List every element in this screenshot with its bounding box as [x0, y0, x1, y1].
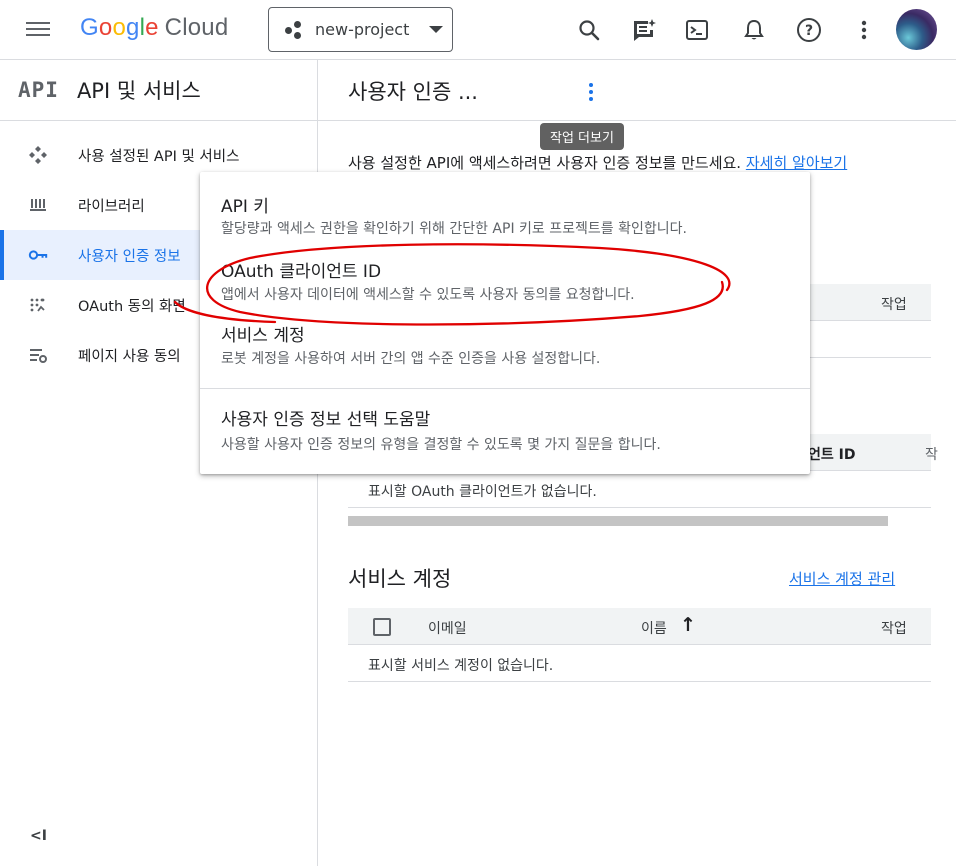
menu-item-oauth-client-id[interactable]: OAuth 클라이언트 ID 앱에서 사용자 데이터에 액세스할 수 있도록 사… — [200, 244, 810, 316]
project-dots-icon — [285, 20, 303, 39]
create-credentials-menu: API 키 할당량과 액세스 권한을 확인하기 위해 간단한 API 키로 프로… — [200, 172, 810, 474]
select-all-checkbox[interactable] — [373, 618, 391, 636]
sidebar-item-label: 사용자 인증 정보 — [78, 248, 181, 265]
menu-icon[interactable] — [26, 18, 54, 42]
avatar[interactable] — [896, 9, 937, 50]
logo-product: Cloud — [164, 14, 229, 41]
empty-message: 표시할 서비스 계정이 없습니다. — [368, 658, 554, 674]
more-vert-icon[interactable] — [848, 14, 880, 46]
table-header: 이메일 이름 ↑ 작업 — [348, 608, 931, 645]
manage-service-accounts-link[interactable]: 서비스 계정 관리 — [789, 568, 895, 589]
email-column-header[interactable]: 이메일 — [428, 618, 467, 638]
sort-ascending-icon[interactable]: ↑ — [680, 614, 696, 636]
chevron-down-icon — [429, 26, 444, 33]
project-picker[interactable]: new-project — [268, 7, 453, 52]
google-cloud-logo[interactable]: Google Cloud — [80, 14, 228, 42]
menu-item-description: 사용할 사용자 인증 정보의 유형을 결정할 수 있도록 몇 가지 질문을 합니… — [221, 437, 661, 453]
client-id-column-header: 언트 ID — [808, 447, 856, 463]
intro-sentence: 사용 설정한 API에 액세스하려면 사용자 인증 정보를 만드세요. — [348, 154, 742, 172]
more-actions-icon[interactable] — [586, 80, 596, 104]
gemini-chat-icon[interactable] — [628, 14, 660, 46]
menu-item-description: 할당량과 액세스 권한을 확인하기 위해 간단한 API 키로 프로젝트를 확인… — [221, 221, 687, 237]
menu-item-title: OAuth 클라이언트 ID — [221, 262, 382, 282]
intro-text: 사용 설정한 API에 액세스하려면 사용자 인증 정보를 만드세요. 자세히 … — [348, 152, 847, 173]
oauth-consent-icon — [28, 295, 48, 315]
menu-item-title: API 키 — [221, 197, 269, 217]
service-accounts-table: 이메일 이름 ↑ 작업 표시할 서비스 계정이 없습니다. — [348, 608, 931, 682]
empty-message: 표시할 OAuth 클라이언트가 없습니다. — [368, 484, 597, 500]
sidebar-item-label: 사용 설정된 API 및 서비스 — [78, 148, 240, 165]
apis-icon — [28, 145, 48, 165]
top-bar: Google Cloud new-project ? — [0, 0, 956, 60]
project-name: new-project — [315, 20, 410, 39]
learn-more-link[interactable]: 자세히 알아보기 — [746, 154, 847, 172]
cut-column-header: 작 — [925, 447, 938, 463]
key-icon — [28, 245, 48, 265]
sidebar-item-label: 라이브러리 — [78, 198, 145, 215]
menu-item-api-key[interactable]: API 키 할당량과 액세스 권한을 확인하기 위해 간단한 API 키로 프로… — [200, 172, 810, 244]
menu-item-description: 앱에서 사용자 데이터에 액세스할 수 있도록 사용자 동의를 요청합니다. — [221, 287, 635, 303]
search-icon[interactable] — [573, 14, 605, 46]
menu-item-title: 사용자 인증 정보 선택 도움말 — [221, 410, 431, 430]
notifications-icon[interactable] — [738, 14, 770, 46]
horizontal-scrollbar[interactable] — [348, 516, 888, 526]
help-icon[interactable]: ? — [793, 14, 825, 46]
main-header: 사용자 인증 ... — [318, 60, 956, 121]
api-logo: API — [18, 78, 59, 102]
collapse-sidebar-icon[interactable]: <I — [30, 828, 47, 844]
menu-item-title: 서비스 계정 — [221, 326, 305, 346]
sidebar-title: API 및 서비스 — [76, 79, 201, 103]
service-accounts-title: 서비스 계정 — [348, 567, 452, 591]
menu-item-service-account[interactable]: 서비스 계정 로봇 계정을 사용하여 서버 간의 앱 수준 인증을 사용 설정합… — [200, 308, 810, 380]
name-column-header[interactable]: 이름 — [641, 618, 667, 638]
actions-column-header: 작업 — [881, 297, 907, 313]
menu-item-description: 로봇 계정을 사용하여 서버 간의 앱 수준 인증을 사용 설정합니다. — [221, 351, 601, 367]
table-row: 표시할 서비스 계정이 없습니다. — [348, 645, 931, 682]
actions-column-header: 작업 — [881, 621, 907, 637]
library-icon — [28, 195, 48, 215]
page-usage-icon — [28, 345, 48, 365]
menu-item-help-me-choose[interactable]: 사용자 인증 정보 선택 도움말 사용할 사용자 인증 정보의 유형을 결정할 … — [200, 389, 810, 474]
svg-text:?: ? — [805, 23, 813, 39]
cloud-shell-icon[interactable] — [681, 14, 713, 46]
sidebar-item-label: 페이지 사용 동의 — [78, 348, 181, 365]
page-title: 사용자 인증 ... — [348, 80, 478, 104]
more-actions-tooltip: 작업 더보기 — [540, 123, 624, 150]
table-row: 표시할 OAuth 클라이언트가 없습니다. — [348, 471, 931, 508]
sidebar-item-label: OAuth 동의 화면 — [78, 298, 186, 315]
sidebar-header: API API 및 서비스 — [0, 60, 317, 121]
